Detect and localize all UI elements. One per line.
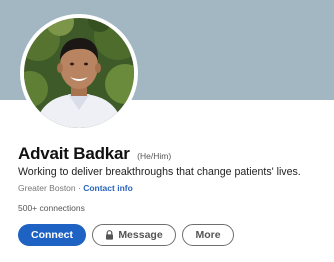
profile-pronouns: (He/Him): [137, 151, 172, 161]
message-button-label: Message: [118, 229, 163, 241]
profile-headline: Working to deliver breakthroughs that ch…: [18, 166, 301, 178]
connect-button[interactable]: Connect: [18, 224, 86, 246]
name-row: Advait Badkar (He/Him): [18, 144, 328, 164]
profile-avatar[interactable]: [20, 14, 138, 132]
connect-button-label: Connect: [31, 229, 73, 241]
profile-name: Advait Badkar: [18, 144, 130, 163]
profile-location: Greater Boston: [18, 183, 76, 193]
avatar-photo: [24, 18, 134, 128]
connections-count[interactable]: 500+ connections: [18, 203, 85, 213]
location-row: Greater Boston · Contact info: [18, 183, 133, 193]
message-button[interactable]: Message: [92, 224, 176, 246]
more-button[interactable]: More: [182, 224, 234, 246]
lock-icon: [105, 230, 114, 240]
profile-actions: Connect Message More: [18, 224, 234, 246]
contact-info-link[interactable]: Contact info: [83, 183, 133, 193]
more-button-label: More: [195, 229, 221, 241]
